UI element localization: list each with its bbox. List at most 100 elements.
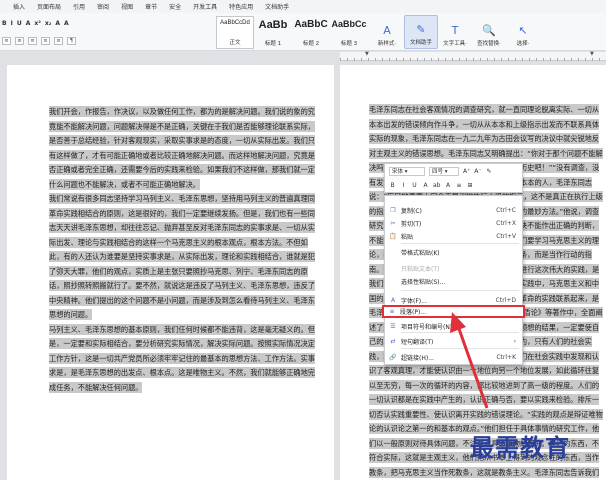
tool-label: 文档助手: [409, 40, 432, 46]
format-button-0[interactable]: B: [2, 20, 7, 27]
context-item-label: 粘贴: [401, 234, 414, 241]
context-item-3[interactable]: 带格式粘贴(K): [385, 246, 522, 259]
left-page-text[interactable]: 我们开会，作报告，作决议，以及做任何工作，都为的是解决问题。我们说的象的究竟能不…: [35, 105, 315, 395]
style-name: 标题 3: [340, 41, 358, 47]
format-button-1[interactable]: I: [11, 20, 13, 27]
context-menu: ❐ 复制(C) Ctrl+C ✂ 剪切(T) Ctrl+X 📋 粘贴 Ctrl+V 带格式粘贴(K…: [382, 195, 525, 365]
format-button-3[interactable]: A: [26, 20, 31, 27]
menu-item-7[interactable]: 开发工具: [193, 2, 217, 11]
menu-item-4[interactable]: 视图: [121, 2, 133, 11]
mini-button-b4[interactable]: ab: [433, 182, 441, 189]
context-item-4: 只粘贴文本(T): [385, 262, 522, 275]
context-item-7[interactable]: ≡ 段落(P)...: [382, 305, 525, 318]
context-item-9[interactable]: ⇄ 短句翻译(T) ›: [385, 335, 522, 348]
mini-button-a0[interactable]: A⁺: [463, 168, 470, 175]
paragraph-button-1[interactable]: ≡: [15, 36, 24, 45]
tool-icon: 🔍: [482, 24, 496, 37]
context-item-2[interactable]: 📋 粘贴 Ctrl+V: [385, 230, 522, 243]
context-item-label: 短句翻译(T): [401, 339, 434, 346]
right-indent-marker[interactable]: ▼: [590, 52, 595, 57]
ruler-ticks: [340, 52, 606, 61]
paragraph-button-4[interactable]: ≡: [54, 36, 63, 45]
menu-bar: 插入 页面布局 引用 审阅 视图 章节 安全 开发工具 特色应用 文档助手: [0, 0, 606, 13]
paragraph-button-3[interactable]: ≡: [41, 36, 50, 45]
left-indent-marker[interactable]: ▼: [365, 52, 370, 57]
style-3[interactable]: AaBbCc 标题 3: [330, 16, 368, 49]
style-0[interactable]: AaBbCcDd 正文: [216, 16, 254, 49]
menu-item-5[interactable]: 章节: [145, 2, 157, 11]
paragraph-button-0[interactable]: ≡: [2, 36, 11, 45]
style-preview: AaBbCc: [331, 19, 367, 29]
tool-icon: ✎: [416, 23, 426, 36]
tool-icon: ↖: [518, 24, 528, 37]
format-button-2[interactable]: U: [17, 20, 22, 27]
mini-button-b1[interactable]: I: [400, 182, 407, 189]
mini-button-a2[interactable]: ✎: [486, 168, 493, 175]
tool-4[interactable]: ↖ 选择·: [506, 15, 540, 49]
context-item-1[interactable]: ✂ 剪切(T) Ctrl+X: [385, 217, 522, 230]
menu-item-0[interactable]: 插入: [13, 2, 25, 11]
menu-item-9[interactable]: 文档助手: [265, 2, 289, 11]
context-item-shortcut: Ctrl+X: [496, 220, 516, 227]
context-item-label: 只粘贴文本(T): [401, 266, 440, 273]
context-item-icon: ⇄: [390, 338, 396, 345]
context-item-icon: ☰: [390, 323, 396, 330]
paragraph-1[interactable]: 我们常说有很多同志坚持学习马列主义、毛泽东思想，坚持用马列主义的普遍真理同革命实…: [35, 192, 315, 323]
font-size-select[interactable]: 四号 ▾: [429, 166, 459, 176]
paragraph-row: ≡ ≡ ≡ ≡ ≡ ¶: [2, 34, 207, 47]
selected-text: 马列主义、毛泽东思想的基本原则，我们任何时候都不能违背，这是毫无疑义的。但是，一…: [49, 323, 315, 393]
style-1[interactable]: AaBb 标题 1: [254, 16, 292, 49]
selected-text: 我们常说有很多同志坚持学习马列主义、毛泽东思想，坚持用马列主义的普遍真理同革命实…: [49, 193, 315, 320]
paragraph-0[interactable]: 我们开会，作报告，作决议，以及做任何工作，都为的是解决问题。我们说的象的究竟能不…: [35, 105, 315, 192]
format-button-6[interactable]: A: [55, 20, 60, 27]
context-item-label: 超链接(H)...: [401, 355, 434, 362]
mini-button-b5[interactable]: A: [445, 182, 452, 189]
selected-text: 我们开会，作报告，作决议，以及做任何工作，都为的是解决问题。我们说的象的究竟能不…: [49, 106, 315, 190]
mini-button-a1[interactable]: A⁻: [474, 168, 481, 175]
paragraph-2[interactable]: 马列主义、毛泽东思想的基本原则，我们任何时候都不能违背，这是毫无疑义的。但是，一…: [35, 323, 315, 396]
context-item-label: 项目符号和编号(N)...: [401, 324, 458, 331]
font-name-select[interactable]: 宋体 ▾: [389, 166, 425, 176]
context-item-icon: ≡: [389, 308, 395, 315]
tool-3[interactable]: 🔍 查找替换·: [472, 15, 506, 49]
context-item-label: 选择性粘贴(S)...: [401, 279, 446, 286]
mini-button-b0[interactable]: B: [389, 182, 396, 189]
menu-item-8[interactable]: 特色应用: [229, 2, 253, 11]
context-item-shortcut: Ctrl+K: [496, 354, 516, 361]
mini-button-b2[interactable]: U: [411, 182, 418, 189]
paragraph-button-5[interactable]: ¶: [67, 36, 76, 45]
mini-button-b7[interactable]: ⊞: [467, 182, 474, 189]
context-item-10[interactable]: 🔗 超链接(H)... Ctrl+K: [385, 351, 522, 364]
context-item-5[interactable]: 选择性粘贴(S)...: [385, 275, 522, 288]
context-separator-0: [401, 243, 519, 244]
menu-item-2[interactable]: 引用: [73, 2, 85, 11]
context-separator-2: [401, 332, 519, 333]
menu-item-6[interactable]: 安全: [169, 2, 181, 11]
context-separator-3: [401, 348, 519, 349]
style-2[interactable]: AaBbC 标题 2: [292, 16, 330, 49]
tool-label: 选择·: [516, 41, 530, 47]
tool-2[interactable]: T 文字工具·: [438, 15, 472, 49]
style-preview: AaBbC: [294, 19, 328, 30]
context-item-label: 字体(F)...: [401, 298, 427, 305]
mini-button-b3[interactable]: A: [422, 182, 429, 189]
context-item-shortcut: ›: [513, 338, 516, 345]
paragraph-button-2[interactable]: ≡: [28, 36, 37, 45]
menu-item-1[interactable]: 页面布局: [37, 2, 61, 11]
mini-button-b6[interactable]: ≡: [456, 182, 463, 189]
tool-1[interactable]: ✎ 文档助手: [404, 15, 438, 49]
context-item-icon: ❐: [390, 207, 396, 214]
tool-0[interactable]: A 新样式·: [370, 15, 404, 49]
format-button-4[interactable]: x²: [34, 20, 41, 27]
format-button-7[interactable]: A: [64, 20, 69, 27]
context-item-0[interactable]: ❐ 复制(C) Ctrl+C: [385, 204, 522, 217]
style-name: 标题 1: [264, 41, 282, 47]
tool-label: 文字工具·: [443, 41, 467, 47]
ruler: ▼ ▼: [340, 52, 606, 61]
context-item-label: 带格式粘贴(K): [401, 250, 440, 257]
document-page-left[interactable]: 我们开会，作报告，作决议，以及做任何工作，都为的是解决问题。我们说的象的究竟能不…: [7, 65, 334, 480]
context-item-shortcut: Ctrl+C: [496, 207, 516, 214]
menu-item-3[interactable]: 审阅: [97, 2, 109, 11]
context-item-icon: ✂: [390, 220, 396, 227]
format-button-5[interactable]: x₂: [45, 20, 52, 27]
